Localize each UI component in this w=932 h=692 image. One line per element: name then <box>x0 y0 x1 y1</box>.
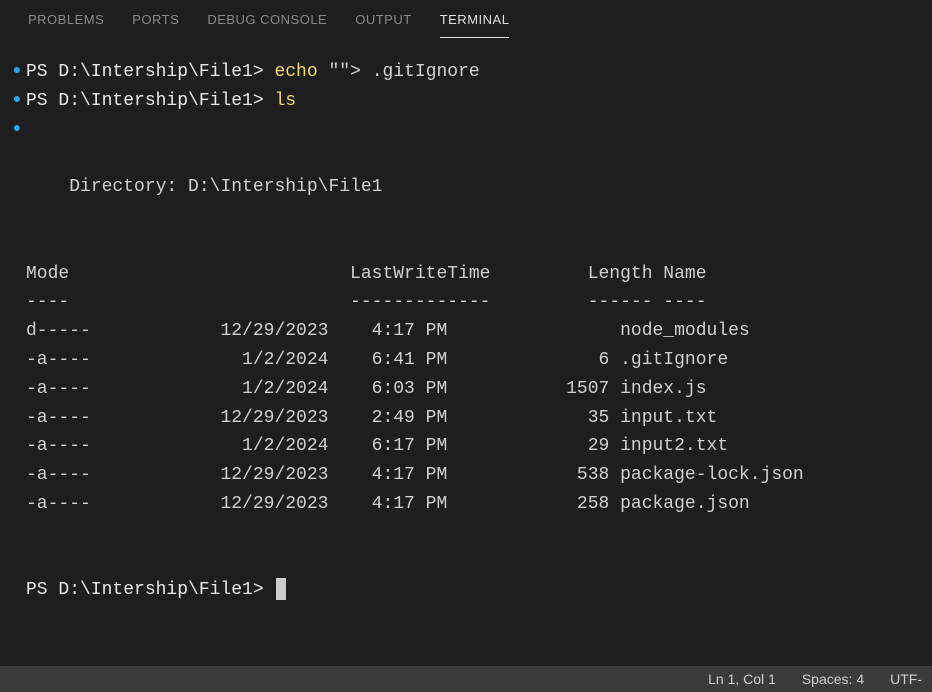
prompt-bullet-icon: ● <box>8 118 26 140</box>
status-bar: Ln 1, Col 1 Spaces: 4 UTF- <box>0 666 932 692</box>
command-text: echo <box>274 62 317 82</box>
prompt-bullet-icon: ● <box>8 60 26 82</box>
command-text: ls <box>274 91 296 111</box>
tab-debug-console[interactable]: DEBUG CONSOLE <box>207 12 327 38</box>
tab-ports[interactable]: PORTS <box>132 12 179 38</box>
terminal-view[interactable]: ●PS D:\Intership\File1> echo ""> .gitIgn… <box>0 38 932 666</box>
tab-problems[interactable]: PROBLEMS <box>28 12 104 38</box>
status-spaces[interactable]: Spaces: 4 <box>802 671 864 687</box>
tab-terminal[interactable]: TERMINAL <box>440 12 510 38</box>
status-ln-col[interactable]: Ln 1, Col 1 <box>708 671 776 687</box>
prompt-path: PS D:\Intership\File1> <box>26 91 264 111</box>
cursor <box>276 578 286 600</box>
prompt-path: PS D:\Intership\File1> <box>26 580 264 600</box>
directory-label: Directory: D:\Intership\File1 <box>69 177 382 197</box>
panel-tabs: PROBLEMS PORTS DEBUG CONSOLE OUTPUT TERM… <box>0 0 932 38</box>
tab-output[interactable]: OUTPUT <box>355 12 411 38</box>
prompt-bullet-icon: ● <box>8 89 26 111</box>
status-encoding[interactable]: UTF- <box>890 671 922 687</box>
command-args: ""> .gitIgnore <box>328 62 479 82</box>
prompt-path: PS D:\Intership\File1> <box>26 62 264 82</box>
